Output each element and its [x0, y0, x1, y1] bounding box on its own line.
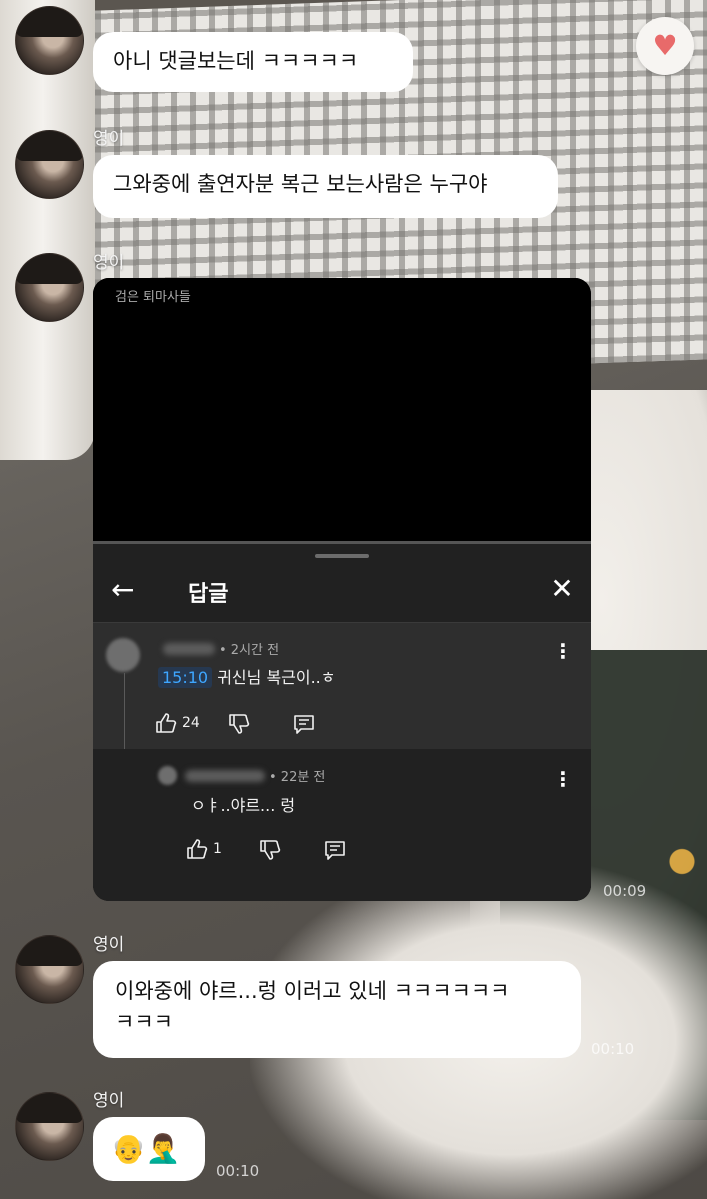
thumbs-up-icon [187, 839, 208, 859]
message-bubble[interactable]: 👴🤦‍♂️ [93, 1117, 205, 1181]
comment-meta: • 22분 전 [269, 770, 326, 785]
reply-icon [325, 841, 345, 860]
emoji-message: 👴🤦‍♂️ [111, 1132, 181, 1165]
message-timestamp: 00:10 [591, 1040, 635, 1058]
message-text: 그와중에 출연자분 복근 보는사람은 누구야 [113, 172, 488, 196]
comment-main: • 2시간 전 15:10 귀신님 복근이..ㅎ ⋮ 24 [93, 623, 591, 770]
replies-panel: ← 답글 ✕ • 2시간 전 15:10 귀신님 복근이..ㅎ ⋮ 24 • 2… [93, 544, 591, 901]
dislike-button[interactable] [259, 840, 281, 860]
reply-icon [294, 715, 314, 734]
message-timestamp: 00:09 [603, 882, 647, 900]
comment-body: 15:10 귀신님 복근이..ㅎ [158, 664, 336, 688]
comment-text: ㅇㅑ..야르... 렁 [191, 796, 296, 815]
heart-sticker-icon[interactable]: ♥ [636, 17, 694, 75]
commenter-name-blurred [185, 770, 265, 782]
message-text-line: ㅋㅋㅋ [115, 1010, 173, 1034]
sender-name: 영이 [93, 253, 125, 273]
thumbs-up-icon [156, 713, 177, 733]
like-count: 1 [213, 841, 222, 857]
avatar[interactable] [15, 130, 84, 199]
sender-name: 영이 [93, 935, 125, 955]
more-vert-icon[interactable]: ⋮ [553, 641, 573, 661]
sender-name: 영이 [93, 1091, 125, 1111]
back-arrow-icon[interactable]: ← [111, 575, 141, 605]
message-timestamp: 00:10 [216, 1162, 260, 1180]
avatar[interactable] [15, 253, 84, 322]
like-button[interactable]: 1 [186, 839, 222, 859]
commenter-name-blurred [163, 643, 215, 655]
sender-name: 영이 [93, 129, 125, 149]
avatar[interactable] [15, 1092, 84, 1161]
video-player[interactable]: 검은 퇴마사들 [93, 278, 591, 541]
video-channel-label: 검은 퇴마사들 [115, 290, 191, 305]
timestamp-link[interactable]: 15:10 [158, 667, 213, 688]
message-text: 아니 댓글보는데 ㅋㅋㅋㅋㅋ [113, 49, 359, 73]
comment-text: 귀신님 복근이..ㅎ [212, 668, 336, 687]
close-icon[interactable]: ✕ [547, 574, 577, 604]
panel-title: 답글 [188, 582, 229, 607]
reply-button[interactable] [293, 714, 315, 734]
shared-image[interactable]: 검은 퇴마사들 ← 답글 ✕ • 2시간 전 15:10 귀신님 복근이..ㅎ … [93, 278, 591, 901]
avatar[interactable] [15, 6, 84, 75]
commenter-avatar[interactable] [158, 766, 177, 785]
avatar[interactable] [15, 935, 84, 1004]
comment-reply: • 22분 전 ㅇㅑ..야르... 렁 ⋮ 1 [93, 749, 591, 901]
thumbs-down-icon [260, 840, 281, 860]
drag-handle[interactable] [315, 554, 369, 558]
like-count: 24 [182, 715, 200, 731]
commenter-avatar[interactable] [106, 638, 140, 672]
more-vert-icon[interactable]: ⋮ [553, 769, 573, 789]
reply-button[interactable] [324, 840, 346, 860]
like-button[interactable]: 24 [155, 713, 200, 733]
message-bubble[interactable]: 이와중에 야르...렁 이러고 있네 ㅋㅋㅋㅋㅋㅋ ㅋㅋㅋ [93, 961, 581, 1058]
message-bubble[interactable]: 아니 댓글보는데 ㅋㅋㅋㅋㅋ [93, 32, 413, 92]
message-text-line: 이와중에 야르...렁 이러고 있네 ㅋㅋㅋㅋㅋㅋ [115, 979, 510, 1003]
dislike-button[interactable] [228, 714, 250, 734]
thumbs-down-icon [229, 714, 250, 734]
comment-meta: • 2시간 전 [219, 643, 280, 658]
message-bubble[interactable]: 그와중에 출연자분 복근 보는사람은 누구야 [93, 155, 558, 218]
